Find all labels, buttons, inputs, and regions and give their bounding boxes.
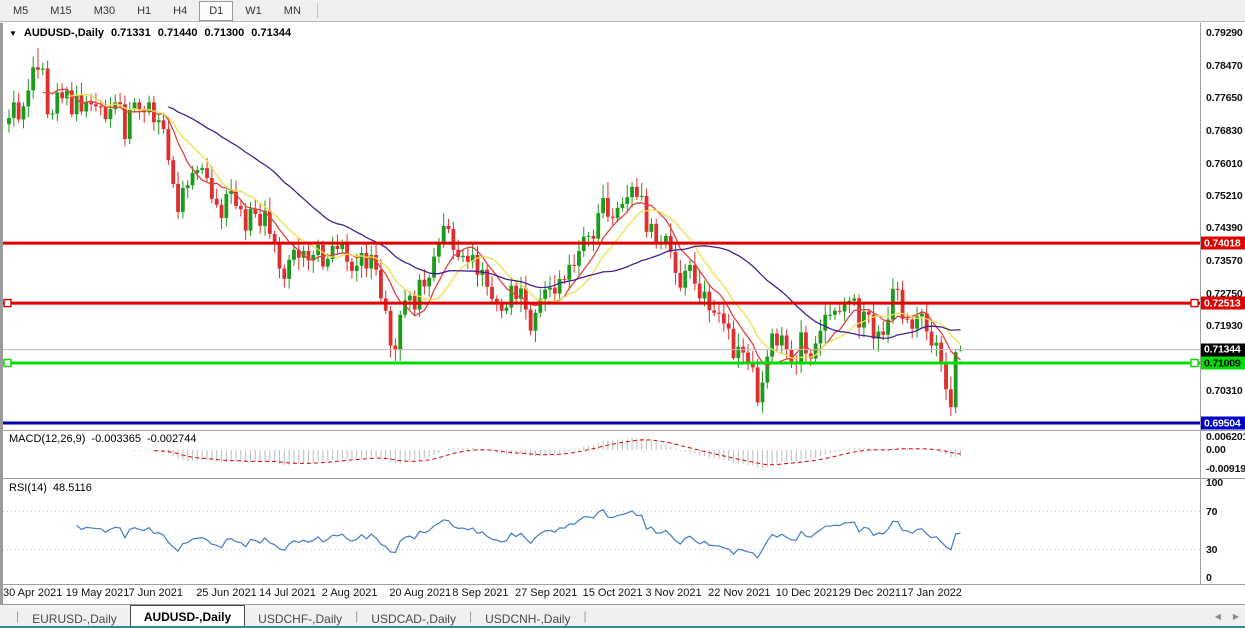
- timeframe-d1[interactable]: D1: [199, 1, 233, 21]
- hline-handle[interactable]: [1191, 300, 1198, 307]
- date-label: 2 Aug 2021: [322, 587, 378, 599]
- rsi-value: 48.5116: [53, 482, 92, 494]
- price-tick: 0.70310: [1206, 385, 1243, 397]
- price-tick: 0.74390: [1206, 222, 1243, 234]
- timeframe-toolbar: M5M15M30H1H4D1W1MN: [0, 0, 1245, 22]
- macd-signal-value: -0.002744: [147, 433, 197, 445]
- price-tick: 0.78470: [1206, 60, 1243, 72]
- timeframe-mn[interactable]: MN: [274, 1, 311, 21]
- macd-label: MACD(12,26,9) -0.003365 -0.002744: [9, 433, 197, 445]
- price-tick: 0.75210: [1206, 190, 1243, 202]
- ohlc-open: 0.71331: [111, 27, 151, 39]
- rsi-name: RSI(14): [9, 482, 47, 494]
- ohlc-low: 0.71300: [205, 27, 245, 39]
- date-label: 19 May 2021: [66, 587, 130, 599]
- date-label: 20 Aug 2021: [389, 587, 451, 599]
- price-box: 0.69504: [1201, 417, 1245, 430]
- timeframe-m5[interactable]: M5: [3, 1, 38, 21]
- date-label: 29 Dec 2021: [839, 587, 901, 599]
- ohlc-close: 0.71344: [251, 27, 291, 39]
- price-tick: 0.77650: [1206, 92, 1243, 104]
- rsi-tick: 30: [1206, 544, 1217, 556]
- macd-main-value: -0.003365: [91, 433, 141, 445]
- date-label: 25 Jun 2021: [196, 587, 257, 599]
- date-label: 27 Sep 2021: [515, 587, 577, 599]
- date-label: 7 Jun 2021: [129, 587, 183, 599]
- chart-title: ▼ AUDUSD-,Daily 0.71331 0.71440 0.71300 …: [9, 27, 291, 39]
- price-tick: 0.79290: [1206, 27, 1243, 39]
- hline-handle[interactable]: [1191, 360, 1198, 367]
- timeframe-w1[interactable]: W1: [235, 1, 272, 21]
- chart-tab-bar: |EURUSD-,DailyAUDUSD-,DailyUSDCHF-,Daily…: [0, 604, 1245, 628]
- price-tick: 0.76010: [1206, 158, 1243, 170]
- price-tick: 0.76830: [1206, 125, 1243, 137]
- date-label: 3 Nov 2021: [645, 587, 701, 599]
- timeframe-m30[interactable]: M30: [84, 1, 125, 21]
- rsi-tick: 70: [1206, 506, 1217, 518]
- date-label: 15 Oct 2021: [583, 587, 643, 599]
- symbol-period-label: AUDUSD-,Daily: [24, 27, 104, 39]
- timeframe-h4[interactable]: H4: [163, 1, 197, 21]
- date-label: 14 Jul 2021: [259, 587, 316, 599]
- price-tick: 0.73570: [1206, 255, 1243, 267]
- price-box: 0.72513: [1201, 297, 1245, 310]
- macd-tick: 0.00: [1206, 444, 1226, 456]
- timeframe-m15[interactable]: M15: [40, 1, 81, 21]
- hline-handle[interactable]: [4, 300, 11, 307]
- date-axis-divider: [0, 584, 1245, 585]
- tab-scroll-right-icon[interactable]: ▶: [1233, 612, 1239, 621]
- date-label: 17 Jan 2022: [901, 587, 962, 599]
- tab-scroll-left-icon[interactable]: ◀: [1215, 612, 1221, 621]
- date-label: 30 Apr 2021: [3, 587, 62, 599]
- date-label: 10 Dec 2021: [776, 587, 838, 599]
- tab-scroll-arrows: ◀ ▶: [1215, 612, 1239, 621]
- price-box: 0.71009: [1201, 357, 1245, 370]
- price-tick: 0.71930: [1206, 320, 1243, 332]
- macd-pane-divider[interactable]: [0, 430, 1245, 431]
- rsi-label: RSI(14) 48.5116: [9, 482, 92, 494]
- collapse-arrow-icon[interactable]: ▼: [9, 29, 17, 38]
- window-border: [0, 23, 3, 604]
- ohlc-high: 0.71440: [158, 27, 198, 39]
- date-label: 22 Nov 2021: [708, 587, 770, 599]
- hline-handle[interactable]: [4, 360, 11, 367]
- price-box: 0.71344: [1201, 343, 1245, 356]
- tab-audusd[interactable]: AUDUSD-,Daily: [130, 605, 245, 628]
- macd-tick: 0.006201: [1206, 431, 1245, 443]
- price-box: 0.74018: [1201, 237, 1245, 250]
- rsi-tick: 0: [1206, 572, 1212, 584]
- macd-tick: -0.009197: [1206, 463, 1245, 475]
- rsi-pane-divider[interactable]: [0, 478, 1245, 479]
- date-label: 8 Sep 2021: [452, 587, 508, 599]
- timeframe-h1[interactable]: H1: [127, 1, 161, 21]
- mt4-window: M5M15M30H1H4D1W1MN ▼ AUDUSD-,Daily 0.713…: [0, 0, 1245, 628]
- tab-separator: |: [583, 609, 586, 623]
- toolbar-separator: [317, 3, 318, 18]
- chart-area[interactable]: [0, 0, 1245, 628]
- macd-name: MACD(12,26,9): [9, 433, 85, 445]
